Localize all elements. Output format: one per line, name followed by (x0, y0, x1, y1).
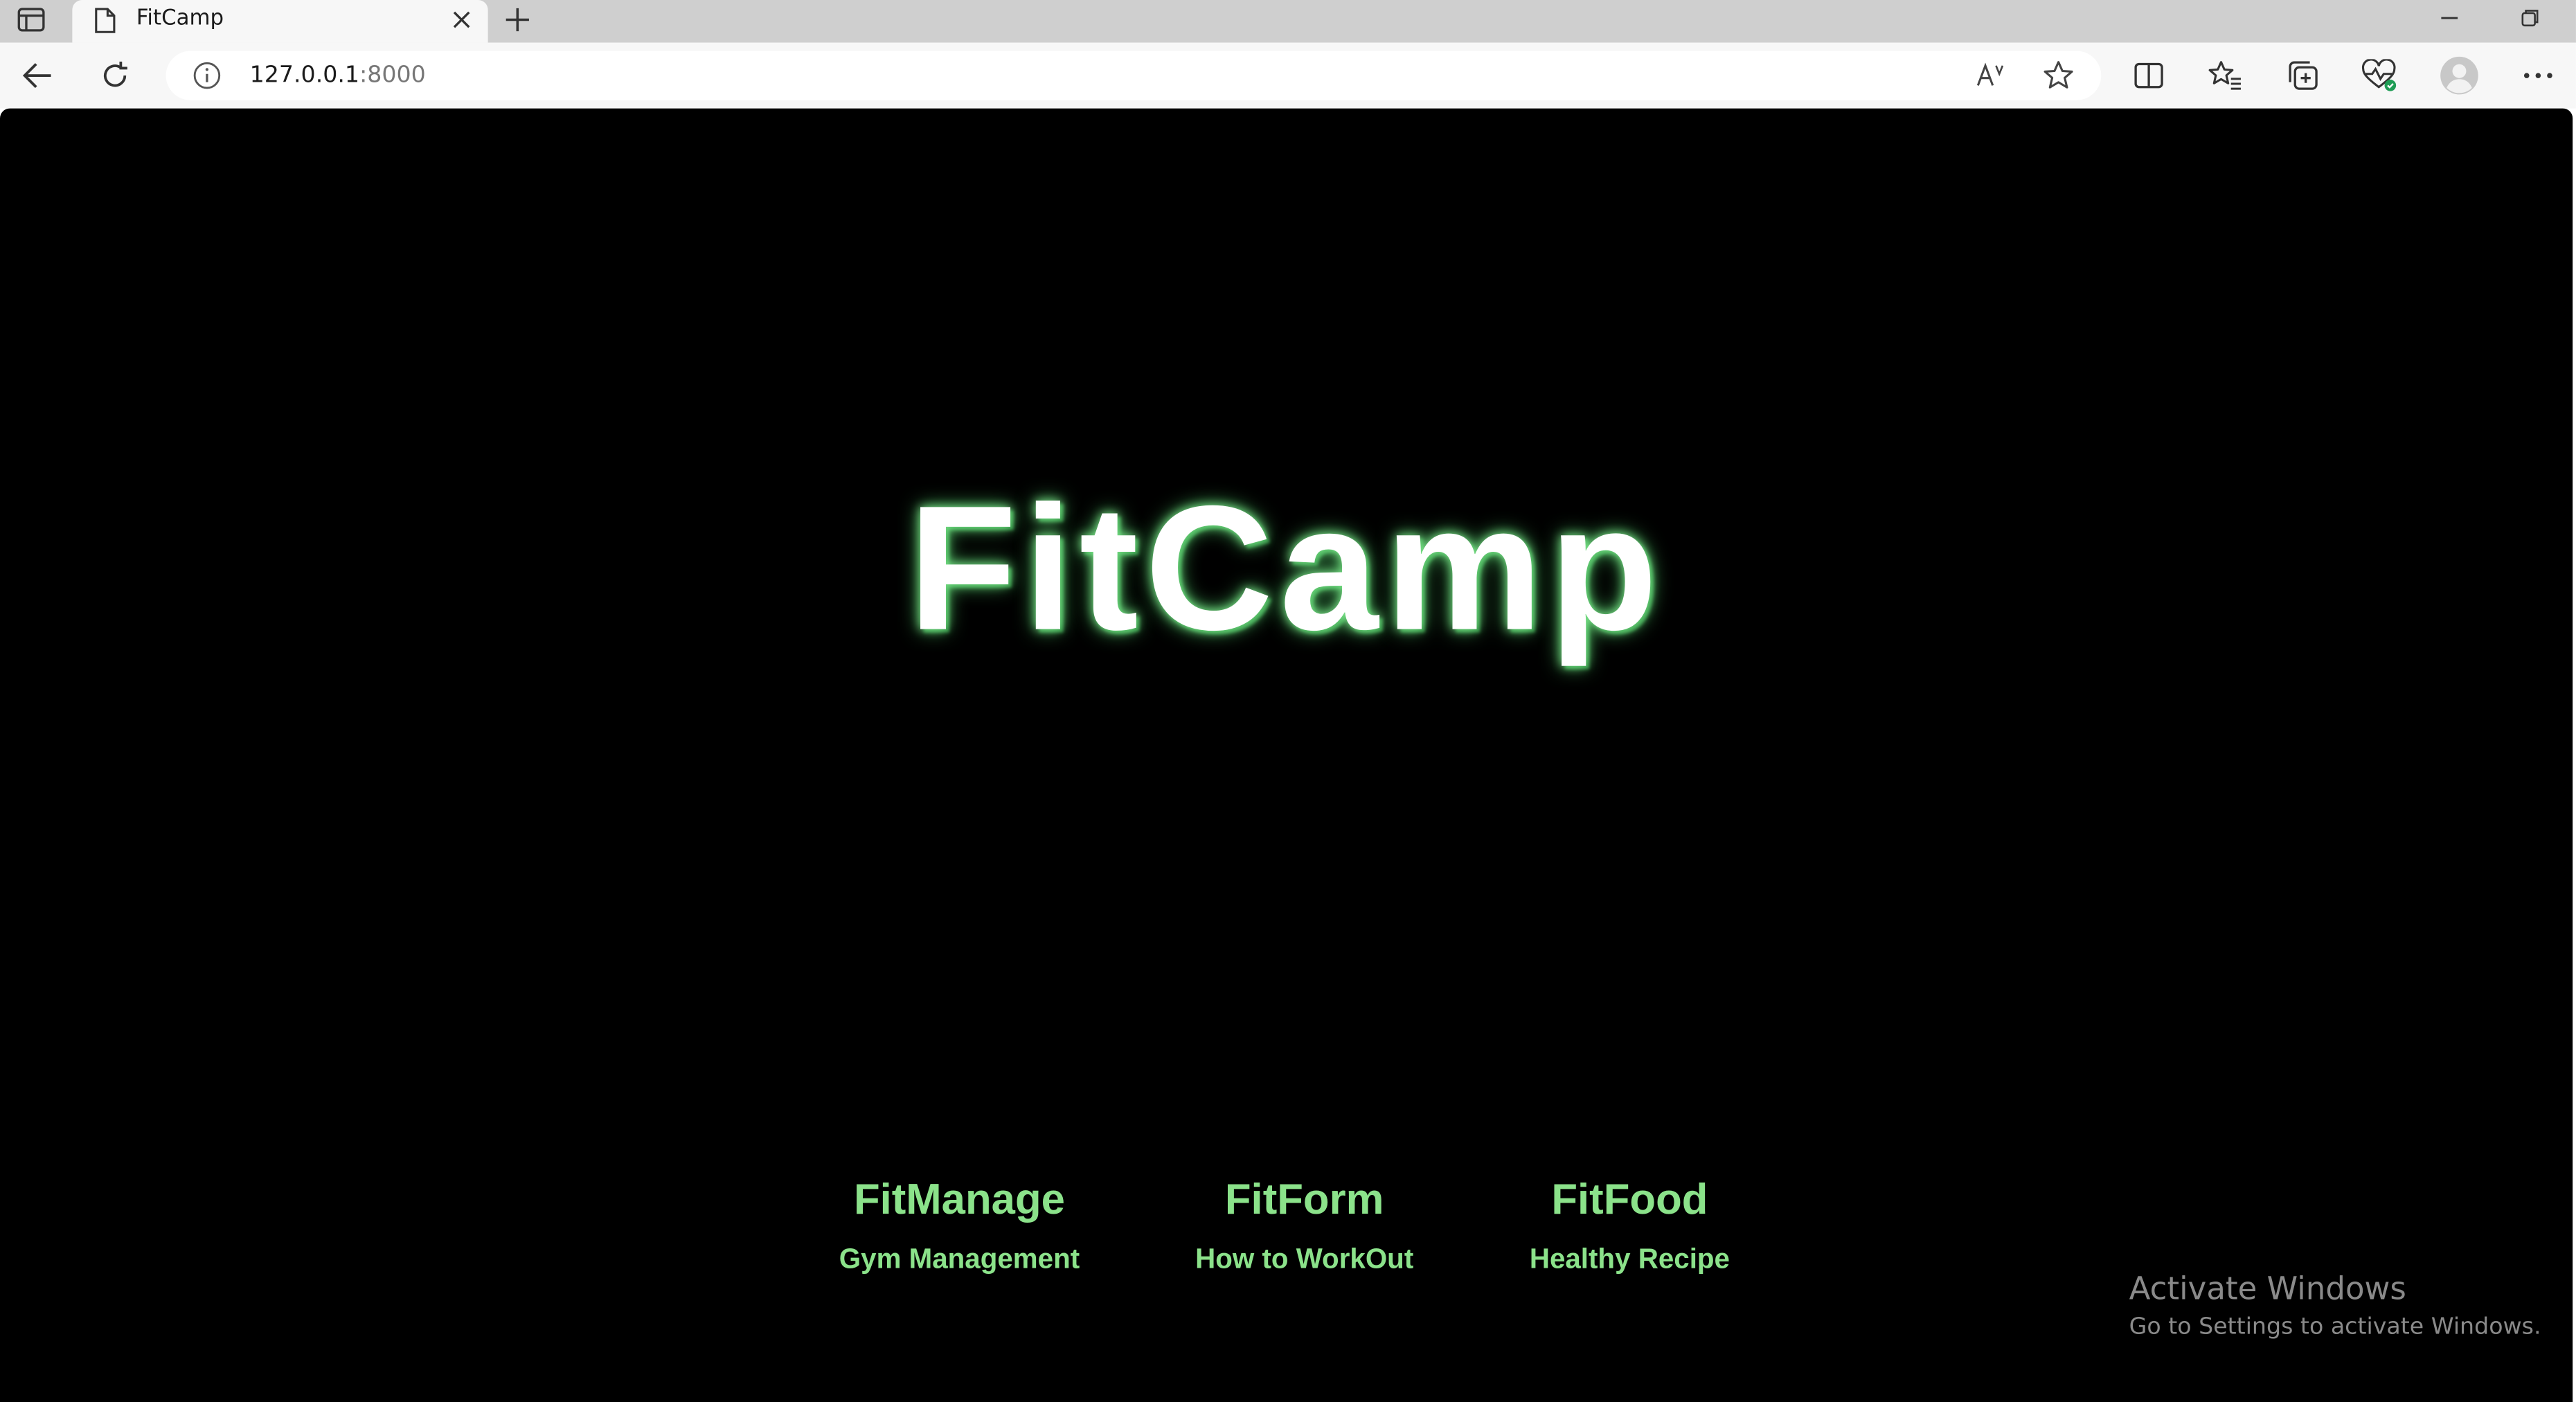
profile-icon[interactable] (2436, 53, 2482, 98)
collections-icon[interactable] (2280, 53, 2326, 98)
restore-icon[interactable] (2512, 3, 2548, 33)
page-title: FitCamp (908, 468, 1665, 667)
refresh-icon[interactable] (92, 53, 138, 98)
link-subtitle[interactable]: Gym Management (795, 1242, 1123, 1278)
page-viewport: FitCamp FitManage Gym Management FitForm… (0, 108, 2573, 1402)
address-bar[interactable]: 127.0.0.1:8000 (166, 51, 2102, 100)
back-arrow-icon[interactable] (15, 53, 60, 98)
read-aloud-icon[interactable] (1973, 59, 2009, 91)
link-fitfood[interactable]: FitFood Healthy Recipe (1465, 1169, 1794, 1278)
browser-window: FitCamp 127.0.0.1:8000 FitCamp FitManage… (0, 0, 2576, 1402)
tab-actions-icon[interactable] (10, 3, 53, 36)
link-subtitle[interactable]: Healthy Recipe (1465, 1242, 1794, 1278)
tab-fitcamp[interactable]: FitCamp (72, 0, 488, 43)
link-title[interactable]: FitManage (795, 1169, 1123, 1228)
heart-pulse-icon[interactable] (2356, 53, 2401, 98)
link-subtitle[interactable]: How to WorkOut (1140, 1242, 1468, 1278)
link-fitmanage[interactable]: FitManage Gym Management (795, 1169, 1123, 1278)
url-port: :8000 (359, 62, 426, 89)
browser-toolbar: 127.0.0.1:8000 (0, 42, 2576, 109)
watermark-title: Activate Windows (2129, 1271, 2406, 1308)
plus-icon[interactable] (501, 3, 534, 36)
activate-windows-watermark: Activate Windows Go to Settings to activ… (2129, 1268, 2541, 1343)
minimize-icon[interactable] (2431, 3, 2467, 33)
page-icon (93, 6, 116, 34)
split-screen-icon[interactable] (2126, 53, 2172, 98)
tab-strip: FitCamp (0, 0, 2576, 43)
star-icon[interactable] (2041, 59, 2077, 91)
url-host: 127.0.0.1 (249, 62, 360, 89)
url-text[interactable]: 127.0.0.1:8000 (250, 61, 426, 91)
info-icon[interactable] (193, 61, 222, 91)
tab-title: FitCamp (136, 6, 224, 32)
link-title[interactable]: FitForm (1140, 1169, 1468, 1228)
favorites-icon[interactable] (2203, 53, 2248, 98)
link-title[interactable]: FitFood (1465, 1169, 1794, 1228)
link-fitform[interactable]: FitForm How to WorkOut (1140, 1169, 1468, 1278)
close-icon[interactable] (449, 6, 475, 33)
watermark-subtitle: Go to Settings to activate Windows. (2129, 1313, 2541, 1340)
more-icon[interactable] (2515, 53, 2561, 98)
